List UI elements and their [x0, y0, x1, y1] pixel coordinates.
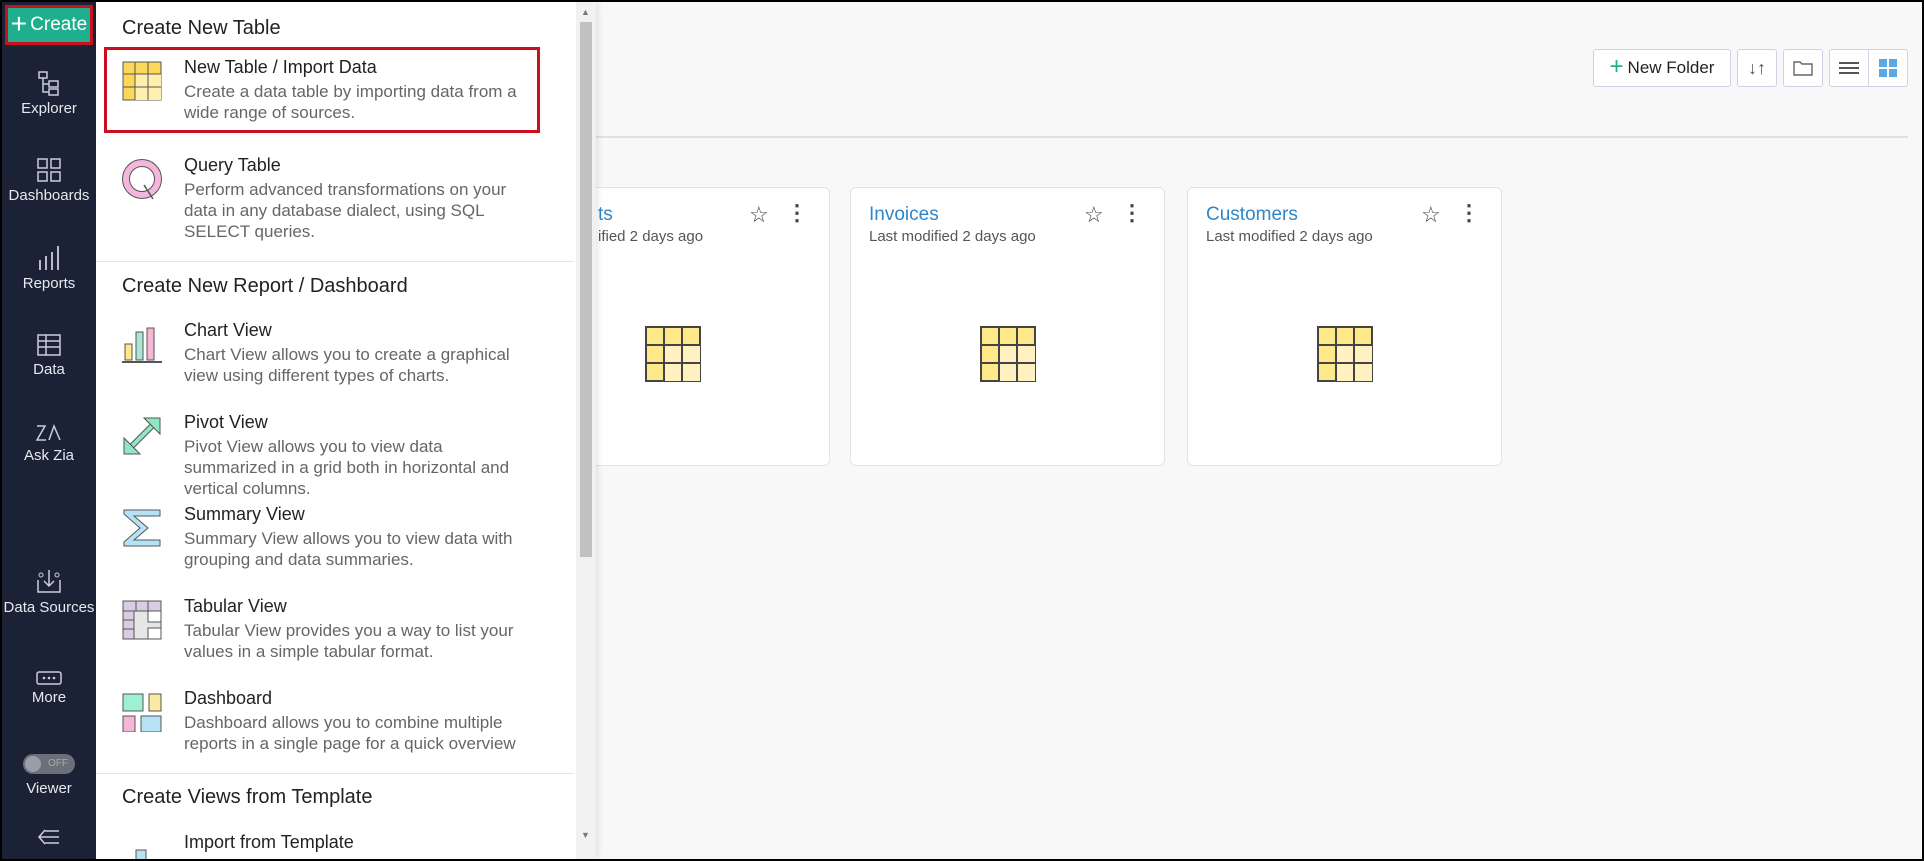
template-icon	[135, 849, 147, 859]
sigma-icon	[123, 509, 161, 547]
menu-item-dashboard[interactable]: Dashboard Dashboard allows you to combine…	[104, 678, 540, 764]
viewer-toggle[interactable]: OFF Viewer	[2, 754, 96, 797]
card-subtitle: Last modified 2 days ago	[869, 228, 1036, 245]
dashboard-icon	[122, 693, 162, 733]
sidebar-item-more[interactable]: More	[2, 671, 96, 706]
table-icon	[980, 326, 1036, 382]
table-icon	[645, 326, 701, 382]
more-options-icon[interactable]: ⋮	[1121, 200, 1143, 226]
explorer-icon	[38, 71, 59, 96]
sidebar-item-data-sources[interactable]: Data Sources	[2, 568, 96, 617]
tabular-icon	[122, 600, 162, 640]
app-window: + New Folder ↓↑ ts ified 2 days ago ☆ ⋮ …	[2, 2, 1922, 859]
more-options-icon[interactable]: ⋮	[1458, 200, 1480, 226]
dashboards-icon	[37, 158, 61, 182]
section-heading: Create New Report / Dashboard	[122, 275, 408, 297]
scrollbar-thumb[interactable]	[580, 22, 592, 557]
collapse-sidebar-button[interactable]	[2, 828, 96, 850]
star-icon[interactable]: ☆	[1084, 202, 1104, 228]
table-card[interactable]: Invoices Last modified 2 days ago ☆ ⋮	[850, 187, 1165, 466]
menu-item-summary-view[interactable]: Summary View Summary View allows you to v…	[104, 494, 540, 580]
zia-icon	[35, 423, 61, 441]
plus-icon: +	[1609, 52, 1624, 80]
section-divider	[96, 261, 574, 262]
view-toggle	[1829, 49, 1908, 87]
viewer-switch[interactable]: OFF	[23, 754, 75, 774]
star-icon[interactable]: ☆	[749, 202, 769, 228]
grid-icon	[1878, 59, 1897, 77]
sidebar: + Create Explorer Dashboards Reports Dat…	[2, 2, 96, 859]
create-button[interactable]: + Create	[5, 5, 93, 45]
star-icon[interactable]: ☆	[1421, 202, 1441, 228]
list-icon	[1838, 62, 1859, 74]
more-options-icon[interactable]: ⋮	[786, 200, 808, 226]
menu-item-tabular-view[interactable]: Tabular View Tabular View provides you a …	[104, 586, 540, 672]
card-subtitle: ified 2 days ago	[598, 228, 704, 245]
menu-item-import-from-template[interactable]: Import from Template	[104, 822, 540, 859]
section-heading: Create New Table	[122, 17, 281, 39]
sort-button[interactable]: ↓↑	[1737, 49, 1777, 87]
header-divider	[596, 136, 1908, 138]
menu-item-new-table[interactable]: New Table / Import Data Create a data tab…	[104, 47, 540, 133]
pivot-icon	[123, 417, 161, 455]
menu-scrollbar[interactable]: ▲ ▼	[576, 2, 596, 859]
card-title[interactable]: ts	[598, 204, 613, 226]
section-divider	[96, 773, 574, 774]
grid-view-button[interactable]	[1869, 50, 1908, 86]
menu-item-query-table[interactable]: Query Table Perform advanced transformati…	[104, 145, 540, 252]
query-table-icon	[122, 159, 162, 200]
collapse-icon	[38, 829, 59, 845]
scroll-up-icon[interactable]: ▲	[581, 7, 590, 17]
more-icon	[36, 671, 62, 685]
plus-icon: +	[10, 7, 28, 39]
scroll-down-icon[interactable]: ▼	[581, 830, 590, 840]
sidebar-item-dashboards[interactable]: Dashboards	[2, 157, 96, 204]
table-icon	[1317, 326, 1373, 382]
folder-view-button[interactable]	[1783, 49, 1823, 87]
reports-icon	[39, 246, 59, 270]
table-card[interactable]: Customers Last modified 2 days ago ☆ ⋮	[1187, 187, 1502, 466]
card-title[interactable]: Customers	[1206, 204, 1298, 226]
folder-icon	[1793, 61, 1813, 76]
sidebar-item-explorer[interactable]: Explorer	[2, 70, 96, 117]
new-folder-button[interactable]: + New Folder	[1593, 49, 1731, 87]
card-subtitle: Last modified 2 days ago	[1206, 228, 1373, 245]
sidebar-item-data[interactable]: Data	[2, 333, 96, 378]
sidebar-item-ask-zia[interactable]: Ask Zia	[2, 423, 96, 464]
menu-item-chart-view[interactable]: Chart View Chart View allows you to creat…	[104, 310, 540, 396]
card-title[interactable]: Invoices	[869, 204, 939, 226]
data-sources-icon	[37, 570, 61, 593]
table-icon	[122, 61, 162, 101]
list-view-button[interactable]	[1830, 50, 1869, 86]
sidebar-item-reports[interactable]: Reports	[2, 245, 96, 292]
menu-item-pivot-view[interactable]: Pivot View Pivot View allows you to view …	[104, 402, 540, 509]
create-menu: Create New Table New Table / Import Data…	[96, 2, 596, 859]
chart-icon	[122, 327, 162, 363]
data-table-icon	[37, 334, 61, 356]
sort-icon: ↓↑	[1748, 57, 1766, 78]
section-heading: Create Views from Template	[122, 786, 373, 808]
